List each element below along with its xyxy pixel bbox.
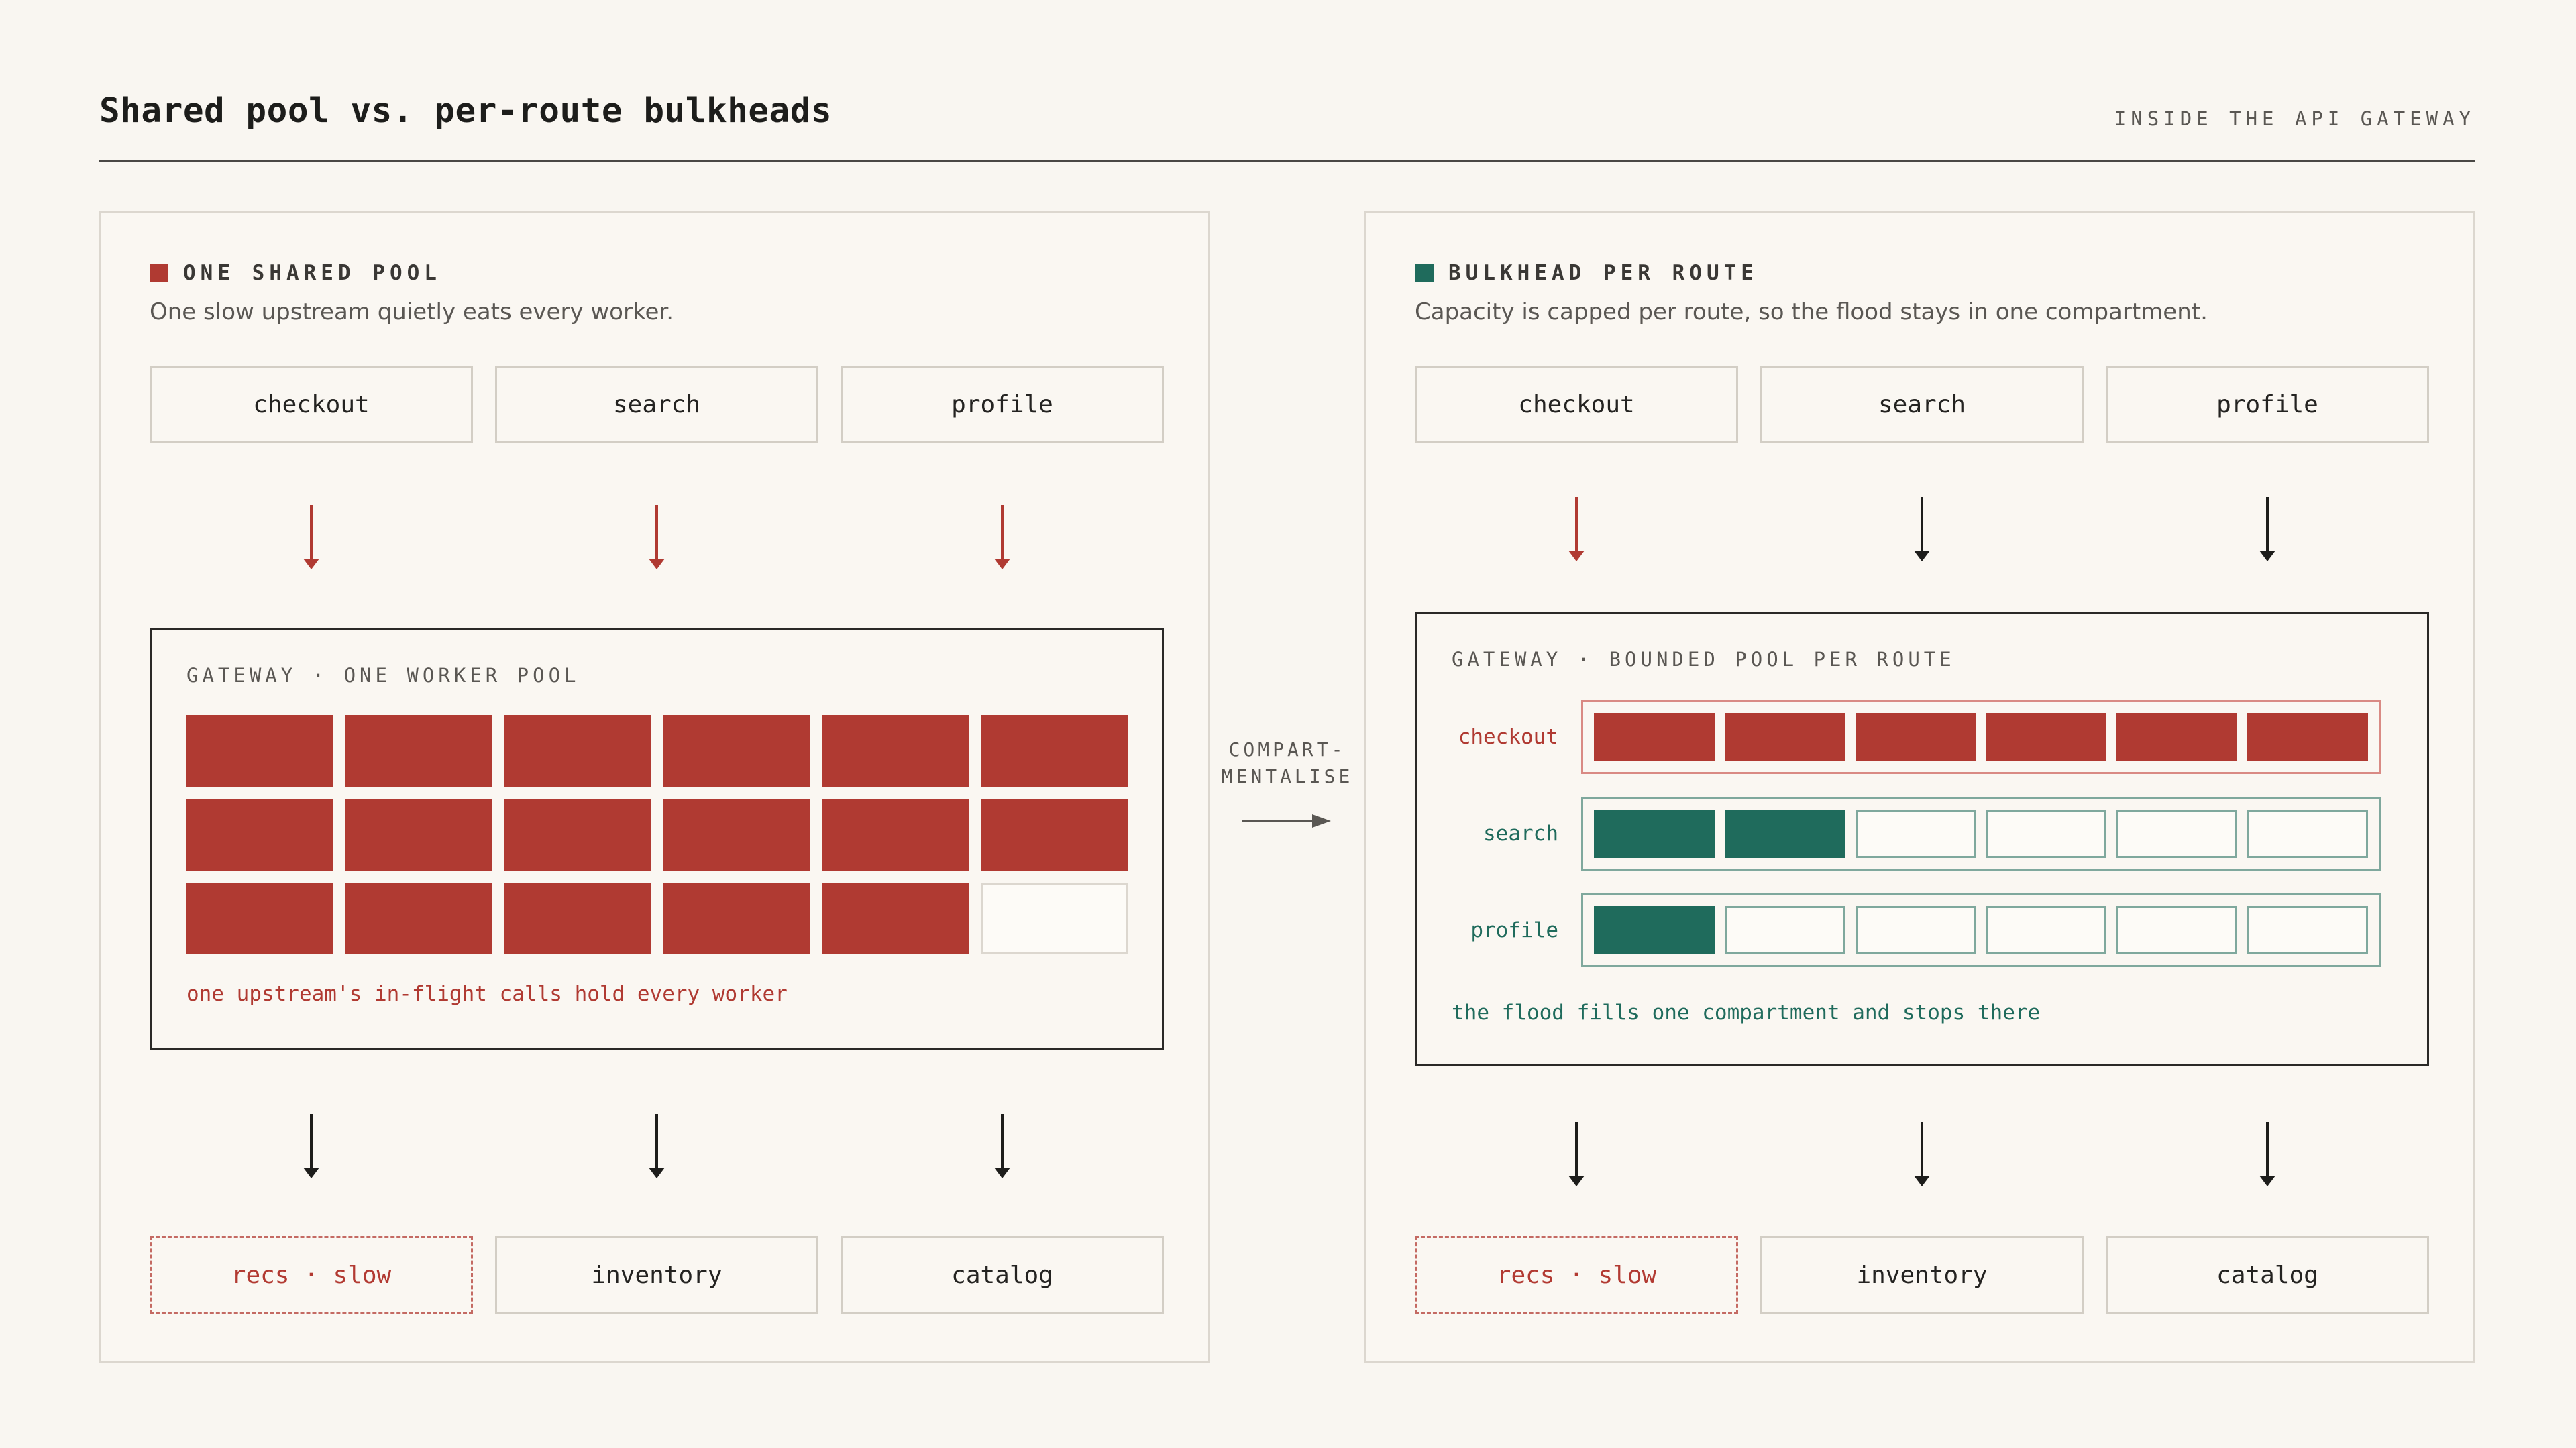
worker-slot-busy: [345, 715, 492, 787]
worker-slot-free: [2116, 906, 2238, 954]
worker-slot-busy: [1594, 713, 1715, 761]
shared-pool-legend: ONE SHARED POOL: [150, 261, 674, 285]
worker-slot-free: [2247, 810, 2368, 858]
bulkhead-subtitle: Capacity is capped per route, so the flo…: [1415, 298, 2208, 325]
worker-slot-busy: [186, 883, 333, 954]
worker-slot-busy: [822, 799, 969, 871]
compartment-profile: profile: [1452, 893, 2381, 967]
worker-slot-busy: [1724, 810, 1845, 858]
down-arrow-icon: [1914, 497, 1930, 561]
worker-slot-busy: [504, 883, 651, 954]
shared-worker-grid: [186, 715, 1128, 954]
page-title: Shared pool vs. per-route bulkheads: [99, 91, 833, 131]
worker-slot-busy: [1594, 810, 1715, 858]
compartment-label: profile: [1470, 918, 1558, 942]
down-arrow-icon: [2259, 497, 2275, 561]
upstream-box-recs-slow: recs · slow: [150, 1236, 473, 1314]
shared-gateway-label: GATEWAY · ONE WORKER POOL: [186, 664, 580, 687]
route-box-search: search: [1760, 366, 2084, 443]
compartment-label: checkout: [1458, 725, 1558, 749]
worker-slot-busy: [2116, 713, 2238, 761]
route-box-checkout: checkout: [150, 366, 473, 443]
compartment-search: search: [1452, 797, 2381, 871]
worker-slot-free: [1855, 810, 1976, 858]
worker-slot-free: [1986, 906, 2107, 954]
worker-slot-busy: [1724, 713, 1845, 761]
route-box-profile: profile: [2106, 366, 2429, 443]
upstream-box-catalog: catalog: [2106, 1236, 2429, 1314]
worker-slot-busy: [981, 799, 1128, 871]
upstream-box-inventory: inventory: [1760, 1236, 2084, 1314]
down-arrow-icon: [1914, 1122, 1930, 1186]
down-arrow-icon: [1568, 497, 1585, 561]
down-arrow-icon: [2259, 1122, 2275, 1186]
down-arrow-icon: [303, 505, 319, 569]
worker-slot-busy: [2247, 713, 2368, 761]
compartmentalise-label: COMPART- MENTALISE: [1210, 736, 1364, 790]
down-arrow-icon: [649, 1114, 665, 1178]
worker-slot-busy: [186, 799, 333, 871]
down-arrow-icon: [649, 505, 665, 569]
compartmentalise-line-1: COMPART-: [1228, 738, 1346, 761]
compartment-track: [1581, 797, 2381, 871]
worker-slot-busy: [186, 715, 333, 787]
worker-slot-free: [1986, 810, 2107, 858]
worker-slot-busy: [822, 883, 969, 954]
worker-slot-busy: [663, 799, 810, 871]
bulkhead-legend: BULKHEAD PER ROUTE: [1415, 261, 2208, 285]
shared-pool-legend-label: ONE SHARED POOL: [183, 261, 441, 285]
route-box-checkout: checkout: [1415, 366, 1738, 443]
worker-slot-busy: [345, 883, 492, 954]
shared-gateway-box: GATEWAY · ONE WORKER POOL one upstream's…: [150, 628, 1164, 1050]
bulkhead-gateway-box: GATEWAY · BOUNDED POOL PER ROUTE checkou…: [1415, 612, 2429, 1066]
down-arrow-icon: [303, 1114, 319, 1178]
worker-slot-busy: [822, 715, 969, 787]
upstream-box-catalog: catalog: [841, 1236, 1164, 1314]
worker-slot-busy: [663, 883, 810, 954]
right-arrow-icon: [1242, 814, 1331, 828]
route-box-profile: profile: [841, 366, 1164, 443]
shared-pool-subtitle: One slow upstream quietly eats every wor…: [150, 298, 674, 325]
worker-slot-free: [1855, 906, 1976, 954]
down-arrow-icon: [1568, 1122, 1585, 1186]
down-arrow-icon: [994, 1114, 1010, 1178]
route-box-search: search: [495, 366, 818, 443]
header-divider: [99, 160, 2475, 162]
compartment-track: [1581, 700, 2381, 774]
compartmentalise-line-2: MENTALISE: [1221, 765, 1354, 787]
compartment-label: search: [1483, 822, 1558, 846]
worker-slot-busy: [345, 799, 492, 871]
down-arrow-icon: [994, 505, 1010, 569]
bulkhead-panel: BULKHEAD PER ROUTE Capacity is capped pe…: [1364, 211, 2475, 1363]
worker-slot-busy: [1594, 906, 1715, 954]
worker-slot-busy: [1855, 713, 1976, 761]
red-swatch-icon: [150, 264, 168, 282]
bulkhead-legend-label: BULKHEAD PER ROUTE: [1448, 261, 1758, 285]
worker-slot-busy: [504, 799, 651, 871]
shared-gateway-note: one upstream's in-flight calls hold ever…: [186, 982, 788, 1006]
compartment-track: [1581, 893, 2381, 967]
worker-slot-free: [1724, 906, 1845, 954]
bulkhead-gateway-label: GATEWAY · BOUNDED POOL PER ROUTE: [1452, 648, 1955, 671]
worker-slot-free: [2247, 906, 2368, 954]
compartment-checkout: checkout: [1452, 700, 2381, 774]
worker-slot-busy: [663, 715, 810, 787]
upstream-box-recs-slow: recs · slow: [1415, 1236, 1738, 1314]
worker-slot-free: [981, 883, 1128, 954]
worker-slot-free: [2116, 810, 2238, 858]
worker-slot-busy: [1986, 713, 2107, 761]
shared-pool-panel: ONE SHARED POOL One slow upstream quietl…: [99, 211, 1210, 1363]
page-eyebrow: INSIDE THE API GATEWAY: [2114, 107, 2475, 130]
bulkhead-gateway-note: the flood fills one compartment and stop…: [1452, 1001, 2041, 1025]
bulkhead-heading: BULKHEAD PER ROUTE Capacity is capped pe…: [1415, 261, 2208, 325]
worker-slot-busy: [981, 715, 1128, 787]
green-swatch-icon: [1415, 264, 1434, 282]
worker-slot-busy: [504, 715, 651, 787]
shared-pool-heading: ONE SHARED POOL One slow upstream quietl…: [150, 261, 674, 325]
upstream-box-inventory: inventory: [495, 1236, 818, 1314]
